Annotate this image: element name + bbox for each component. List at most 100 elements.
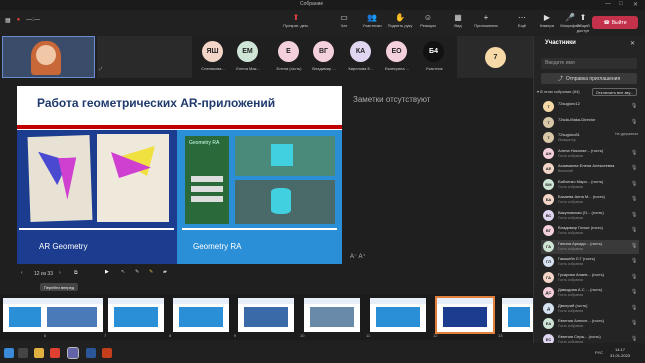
chrome-icon[interactable] [50,348,60,358]
strip-avatar-4[interactable]: ВГ [313,41,334,62]
strip-avatar-5[interactable]: КА [350,41,371,62]
strip-avatar-8[interactable]: 7 [485,47,506,68]
chat-button[interactable]: ▭ Чат [330,13,358,28]
mic-off-icon[interactable]: 🎙 [631,165,637,171]
strip-name-4: Владимир ... [312,66,336,71]
screen-tile[interactable]: ⤢ [97,36,192,78]
mic-off-icon[interactable]: 🎙 [631,150,637,156]
mic-off-icon[interactable]: 🎙 [631,196,637,202]
thumbnail-slide[interactable] [370,298,426,332]
mic-off-icon[interactable]: 🎙 [631,227,637,233]
participant-row[interactable]: БМ Бабченко Мари... (гость) Гость собрания… [541,178,639,192]
participant-row[interactable]: ДС Давыдова А.С ... (гость) Гость собрания… [541,286,639,300]
windows-start-icon[interactable] [4,348,14,358]
leave-button[interactable]: ☎ Выйти [592,16,638,29]
mic-off-icon[interactable]: 🎙 [631,289,637,295]
thumb-image [376,307,420,327]
powerpoint-icon[interactable] [102,348,112,358]
more-button[interactable]: ⋯ Ещё [508,13,536,28]
highlighter-icon[interactable]: ✎ [149,269,153,275]
participant-name: Давыдова А.С ... (гость) [558,287,603,292]
app-menu-item-3 [191,196,223,202]
mic-off-icon[interactable]: 🎙 [631,181,637,187]
in-meeting-count: В этом собрании (64) [540,89,580,94]
raise-hand-button[interactable]: ✋ Поднять руку [386,13,414,28]
participant-row[interactable]: ГА Ганина Аркади... (гость) Гость собрания… [541,239,639,254]
avatar: ДС [543,287,554,298]
mic-off-icon[interactable]: 🎙 [631,243,637,249]
participant-row[interactable]: 7 72sugiorc12 🎙 [541,100,639,114]
strip-avatar-7[interactable]: Б4 [423,41,444,62]
strip-avatar-1[interactable]: ЯШ [202,41,223,62]
mic-off-icon[interactable]: 🎙 [631,336,637,342]
mic-off-icon[interactable]: 🎙 [631,305,637,311]
participant-row[interactable]: ЕА Евгения Алексе... (гость) Гость собрани… [541,317,639,331]
mic-off-icon[interactable]: 🎙 [631,320,637,326]
participant-name: Алена Николае... (гость) [558,147,604,153]
thumb-image [508,307,530,327]
next-slide-icon[interactable]: › [59,270,61,276]
notes-font-size-controls[interactable]: A⁻ A⁺ [350,253,366,260]
maximize-icon[interactable]: □ [619,1,623,7]
mute-all-button[interactable]: Отключить все зву... [592,88,637,96]
thumbnail-slide-selected[interactable] [435,296,495,334]
explorer-icon[interactable] [34,348,44,358]
grid-icon[interactable]: ▦ [5,17,11,24]
send-invite-button[interactable]: ⤴ Отправка приглашения [541,73,637,84]
strip-avatar-2[interactable]: ЕМ [237,41,258,62]
in-meeting-section[interactable]: ▾ В этом собрании (64) [537,89,580,94]
participant-row[interactable]: АЕ Ахаимахна Елена Алексеевна Внешний 🎙 [541,162,639,176]
strip-avatar-6[interactable]: ЕО [386,41,407,62]
thumbnail-slide[interactable] [238,298,294,332]
stop-sharing-button[interactable]: ⬆ Прекрат. дем. [282,13,310,28]
teams-icon[interactable] [67,347,79,359]
pen-icon[interactable]: ✎ [135,269,139,275]
thumbnail-slide[interactable] [173,298,229,332]
view-button[interactable]: ▦ Вид [444,13,472,28]
thumbnail-slide[interactable] [304,298,360,332]
participant-status: На удержании [615,132,639,136]
strip-avatar-3[interactable]: Е [278,41,299,62]
participant-row[interactable]: 772sugiorc81ИнициаторНа удержании🎙 [541,131,639,145]
mic-off-icon[interactable]: 🎙 [631,119,637,125]
participant-row[interactable]: АН Алена Николае... (гость) Гость собрания… [541,147,639,161]
system-clock[interactable]: 14:17 31.01.2023 [610,347,630,359]
copy-icon[interactable]: ⧉ [74,270,78,276]
prev-slide-icon[interactable]: ‹ [21,270,23,276]
mic-off-icon[interactable]: 🎙 [631,258,637,264]
word-icon[interactable] [86,348,96,358]
participant-search-input[interactable]: Введите имя [541,58,637,69]
thumbnail-slide[interactable] [41,298,103,332]
participant-row[interactable]: ГА Гусарова Анаев... (гость) Гость собрани… [541,271,639,285]
pointer-icon[interactable]: ↖ [121,269,125,275]
speaker-face [36,45,56,65]
mic-off-icon[interactable]: 🎙 [631,103,637,109]
play-icon[interactable]: ▶ [105,269,109,275]
plus-icon: + [483,13,489,22]
participant-row[interactable]: ВС Вакуловская (О... (гость) Гость собрани… [541,209,639,223]
search-icon[interactable] [18,348,28,358]
panel-title: Участники [545,40,576,46]
participant-row[interactable]: ВГ Владимир Голые (гость) Гость собрания 🎙 [541,224,639,238]
thumbnail-slide[interactable] [108,298,164,332]
keyboard-language[interactable]: РУС [595,350,603,355]
mic-off-icon[interactable]: 🎙 [631,274,637,280]
participant-row[interactable]: 7 72sda-Maka-Director 🎙 [541,116,639,130]
thumbnail-slide[interactable] [502,298,533,332]
eraser-icon[interactable]: ▰ [163,269,167,275]
avatar: ГА [543,271,554,283]
close-icon[interactable]: ✕ [630,40,635,47]
reactions-button[interactable]: ☺ Реакции [414,13,442,28]
speaker-video-tile[interactable] [2,36,95,78]
participant-row[interactable]: ГЛ Гамшейн Л.Г (гость) Гость собрания 🎙 [541,255,639,269]
participant-row[interactable]: БА Базаева Анна М... (гость) Гость собрани… [541,193,639,207]
participant-row[interactable]: Д Дмитрий (гость) Гость собрания 🎙 [541,302,639,316]
thumb-number: 9 [234,333,237,338]
avatar: 7 [543,132,554,143]
close-window-icon[interactable]: ✕ [633,1,638,8]
apps-button[interactable]: + Приложения [472,13,500,28]
minimize-icon[interactable]: — [605,1,611,7]
mic-off-icon[interactable]: 🎙 [631,212,637,218]
thumb-header [304,298,360,304]
participants-button[interactable]: 👥 Участники [358,13,386,28]
